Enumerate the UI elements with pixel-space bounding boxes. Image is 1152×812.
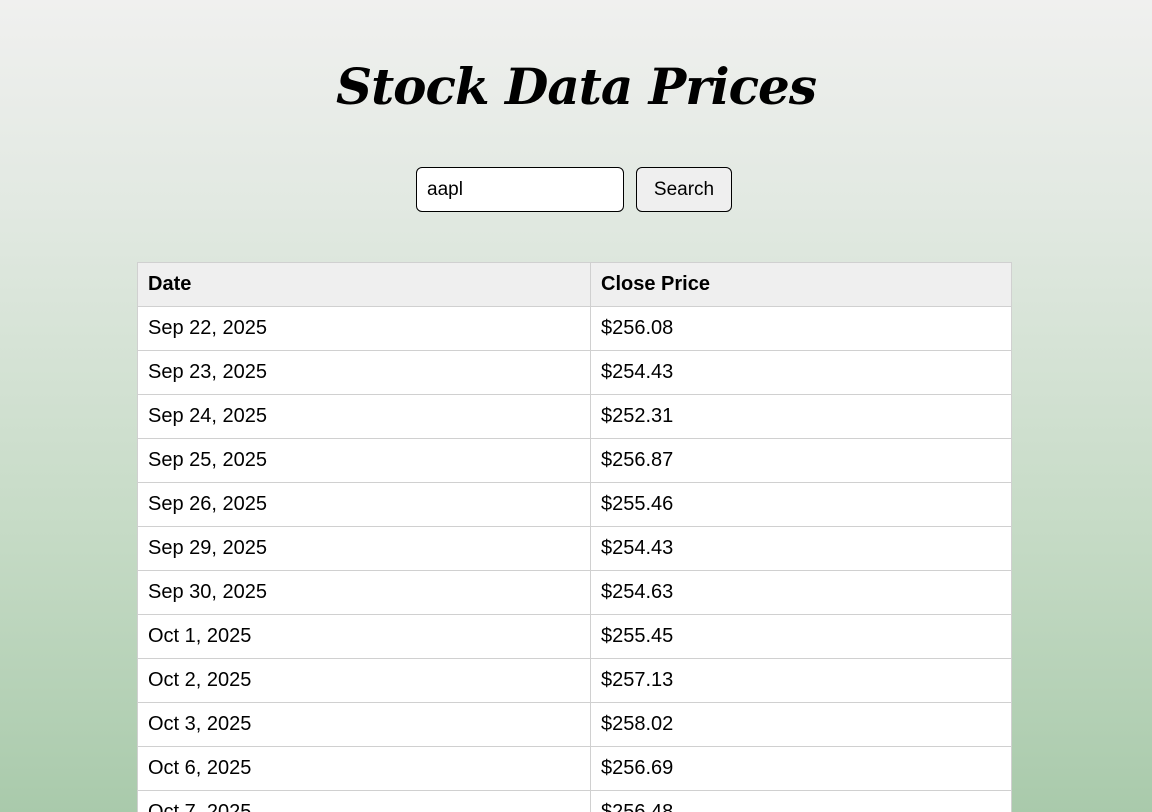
date-cell: Sep 30, 2025 [137,570,591,615]
close-price-cell: $256.08 [590,306,1012,351]
date-cell: Oct 6, 2025 [137,746,591,791]
column-header-date: Date [137,262,591,307]
table-row: Oct 2, 2025 $257.13 [137,658,1012,703]
close-price-cell: $256.69 [590,746,1012,791]
table-row: Oct 3, 2025 $258.02 [137,702,1012,747]
close-price-cell: $254.43 [590,526,1012,571]
table-row: Oct 7, 2025 $256.48 [137,790,1012,812]
close-price-cell: $257.13 [590,658,1012,703]
search-button[interactable]: Search [636,167,732,212]
table-row: Sep 29, 2025 $254.43 [137,526,1012,571]
search-bar: Search [416,167,732,212]
close-price-cell: $252.31 [590,394,1012,439]
table-row: Sep 25, 2025 $256.87 [137,438,1012,483]
search-input[interactable] [416,167,624,212]
date-cell: Oct 7, 2025 [137,790,591,812]
stock-price-table: Date Close Price Sep 22, 2025 $256.08 Sep… [137,262,1012,812]
close-price-cell: $255.45 [590,614,1012,659]
page-title: Stock Data Prices [335,57,817,116]
table-row: Sep 30, 2025 $254.63 [137,570,1012,615]
date-cell: Sep 25, 2025 [137,438,591,483]
close-price-cell: $256.48 [590,790,1012,812]
column-header-close-price: Close Price [590,262,1012,307]
table-row: Sep 22, 2025 $256.08 [137,306,1012,351]
close-price-cell: $258.02 [590,702,1012,747]
date-cell: Sep 23, 2025 [137,350,591,395]
date-cell: Sep 29, 2025 [137,526,591,571]
close-price-cell: $254.43 [590,350,1012,395]
table-header-row: Date Close Price [137,262,1012,307]
table-row: Sep 23, 2025 $254.43 [137,350,1012,395]
date-cell: Oct 2, 2025 [137,658,591,703]
date-cell: Oct 1, 2025 [137,614,591,659]
table-row: Sep 24, 2025 $252.31 [137,394,1012,439]
stock-table-container: Date Close Price Sep 22, 2025 $256.08 Sep… [137,262,1012,812]
table-row: Oct 1, 2025 $255.45 [137,614,1012,659]
close-price-cell: $255.46 [590,482,1012,527]
date-cell: Sep 24, 2025 [137,394,591,439]
date-cell: Oct 3, 2025 [137,702,591,747]
table-row: Sep 26, 2025 $255.46 [137,482,1012,527]
date-cell: Sep 22, 2025 [137,306,591,351]
table-row: Oct 6, 2025 $256.69 [137,746,1012,791]
date-cell: Sep 26, 2025 [137,482,591,527]
close-price-cell: $254.63 [590,570,1012,615]
close-price-cell: $256.87 [590,438,1012,483]
